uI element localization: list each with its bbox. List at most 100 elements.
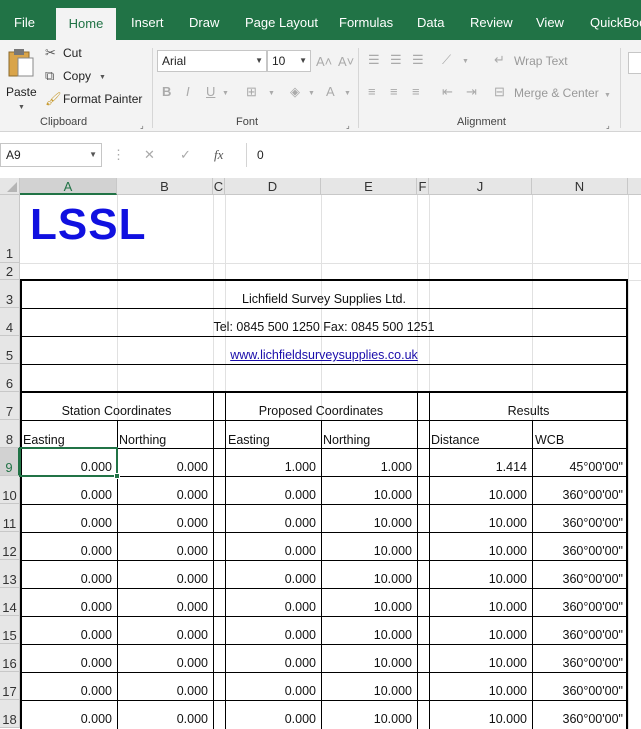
tab-draw[interactable]: Draw: [189, 0, 219, 40]
row-header[interactable]: 1: [0, 195, 20, 263]
more-options-icon[interactable]: ⋮: [112, 147, 125, 163]
column-header[interactable]: C: [213, 178, 225, 195]
tab-view[interactable]: View: [536, 0, 564, 40]
station-easting-cell[interactable]: 0.000: [20, 572, 112, 586]
copy-button[interactable]: Copy: [63, 69, 91, 83]
station-easting-cell[interactable]: 0.000: [20, 488, 112, 502]
station-northing-cell[interactable]: 0.000: [117, 656, 208, 670]
insert-function-button[interactable]: fx: [214, 147, 223, 163]
station-easting-cell[interactable]: 0.000: [20, 628, 112, 642]
column-header[interactable]: N: [532, 178, 628, 195]
proposed-northing-cell[interactable]: 10.000: [321, 488, 412, 502]
station-northing-cell[interactable]: 0.000: [117, 628, 208, 642]
row-header[interactable]: 10: [0, 476, 20, 504]
proposed-northing-cell[interactable]: 10.000: [321, 656, 412, 670]
distance-cell[interactable]: 10.000: [429, 712, 527, 726]
align-center-icon[interactable]: ≡: [390, 84, 398, 100]
proposed-easting-cell[interactable]: 0.000: [225, 684, 316, 698]
station-easting-cell[interactable]: 0.000: [20, 600, 112, 614]
row-header[interactable]: 3: [0, 280, 20, 308]
distance-cell[interactable]: 1.414: [429, 460, 527, 474]
row-header[interactable]: 14: [0, 588, 20, 616]
bold-button[interactable]: B: [162, 84, 171, 100]
wcb-cell[interactable]: 360°00'00": [532, 656, 624, 670]
dialog-launcher-icon[interactable]: ⌟: [346, 118, 350, 134]
font-color-icon[interactable]: A: [326, 84, 335, 100]
distance-cell[interactable]: 10.000: [429, 544, 527, 558]
proposed-northing-cell[interactable]: 1.000: [321, 460, 412, 474]
tab-review[interactable]: Review: [470, 0, 513, 40]
proposed-northing-cell[interactable]: 10.000: [321, 544, 412, 558]
proposed-northing-cell[interactable]: 10.000: [321, 600, 412, 614]
column-header[interactable]: D: [225, 178, 321, 195]
fill-handle[interactable]: [114, 473, 120, 479]
proposed-northing-cell[interactable]: 10.000: [321, 712, 412, 726]
wcb-cell[interactable]: 360°00'00": [532, 544, 624, 558]
column-header[interactable]: B: [117, 178, 213, 195]
station-northing-cell[interactable]: 0.000: [117, 572, 208, 586]
proposed-easting-cell[interactable]: 0.000: [225, 656, 316, 670]
enter-icon[interactable]: ✓: [180, 147, 191, 163]
decrease-font-icon[interactable]: A˅: [338, 54, 354, 70]
wrap-text-button[interactable]: Wrap Text: [514, 54, 568, 68]
station-easting-cell[interactable]: 0.000: [20, 544, 112, 558]
proposed-easting-cell[interactable]: 0.000: [225, 600, 316, 614]
tab-quickbooks[interactable]: QuickBoo: [590, 0, 641, 40]
font-name-select[interactable]: Arial ▼: [157, 50, 267, 72]
wcb-cell[interactable]: 360°00'00": [532, 600, 624, 614]
row-header[interactable]: 12: [0, 532, 20, 560]
merge-center-button[interactable]: Merge & Center: [514, 86, 599, 100]
align-bottom-icon[interactable]: ☰: [412, 52, 424, 68]
proposed-easting-cell[interactable]: 0.000: [225, 516, 316, 530]
worksheet-grid[interactable]: A B C D E F J N 1 2 3 4 5 6 7 8 9 10 11 …: [0, 178, 641, 729]
row-header[interactable]: 8: [0, 420, 20, 448]
proposed-easting-cell[interactable]: 0.000: [225, 544, 316, 558]
row-header[interactable]: 13: [0, 560, 20, 588]
station-easting-cell[interactable]: 0.000: [20, 684, 112, 698]
row-header[interactable]: 2: [0, 263, 20, 280]
format-painter-button[interactable]: Format Painter: [63, 92, 142, 106]
proposed-northing-cell[interactable]: 10.000: [321, 516, 412, 530]
row-header[interactable]: 18: [0, 700, 20, 728]
column-header[interactable]: J: [429, 178, 532, 195]
proposed-easting-cell[interactable]: 0.000: [225, 488, 316, 502]
distance-cell[interactable]: 10.000: [429, 516, 527, 530]
row-header[interactable]: 11: [0, 504, 20, 532]
row-header[interactable]: 7: [0, 392, 20, 420]
station-northing-cell[interactable]: 0.000: [117, 516, 208, 530]
increase-font-icon[interactable]: A˄: [316, 54, 332, 70]
wcb-cell[interactable]: 45°00'00": [532, 460, 623, 474]
station-northing-cell[interactable]: 0.000: [117, 712, 208, 726]
align-middle-icon[interactable]: ☰: [390, 52, 402, 68]
underline-button[interactable]: U: [206, 84, 215, 100]
website-link[interactable]: www.lichfieldsurveysupplies.co.uk: [20, 348, 628, 362]
cut-button[interactable]: Cut: [63, 46, 82, 60]
formula-input[interactable]: 0: [246, 143, 641, 167]
tab-file[interactable]: File: [14, 0, 35, 40]
wcb-cell[interactable]: 360°00'00": [532, 488, 624, 502]
column-header-empty[interactable]: [628, 178, 641, 195]
distance-cell[interactable]: 10.000: [429, 572, 527, 586]
dialog-launcher-icon[interactable]: ⌟: [606, 118, 610, 134]
orientation-icon[interactable]: ⟋: [442, 52, 451, 68]
proposed-easting-cell[interactable]: 0.000: [225, 628, 316, 642]
proposed-easting-cell[interactable]: 0.000: [225, 712, 316, 726]
column-header[interactable]: E: [321, 178, 417, 195]
proposed-northing-cell[interactable]: 10.000: [321, 572, 412, 586]
station-easting-cell[interactable]: 0.000: [20, 712, 112, 726]
tab-formulas[interactable]: Formulas: [339, 0, 393, 40]
wcb-cell[interactable]: 360°00'00": [532, 572, 624, 586]
proposed-easting-cell[interactable]: 1.000: [225, 460, 316, 474]
wcb-cell[interactable]: 360°00'00": [532, 712, 624, 726]
wcb-cell[interactable]: 360°00'00": [532, 684, 624, 698]
increase-indent-icon[interactable]: ⇥: [466, 84, 477, 100]
font-size-select[interactable]: 10 ▼: [267, 50, 311, 72]
align-left-icon[interactable]: ≡: [368, 84, 376, 100]
paste-button[interactable]: Paste ▼: [4, 44, 38, 111]
tab-page-layout[interactable]: Page Layout: [245, 0, 318, 40]
row-header[interactable]: 6: [0, 364, 20, 392]
station-northing-cell[interactable]: 0.000: [117, 600, 208, 614]
row-header[interactable]: 17: [0, 672, 20, 700]
station-northing-cell[interactable]: 0.000: [117, 684, 208, 698]
proposed-easting-cell[interactable]: 0.000: [225, 572, 316, 586]
